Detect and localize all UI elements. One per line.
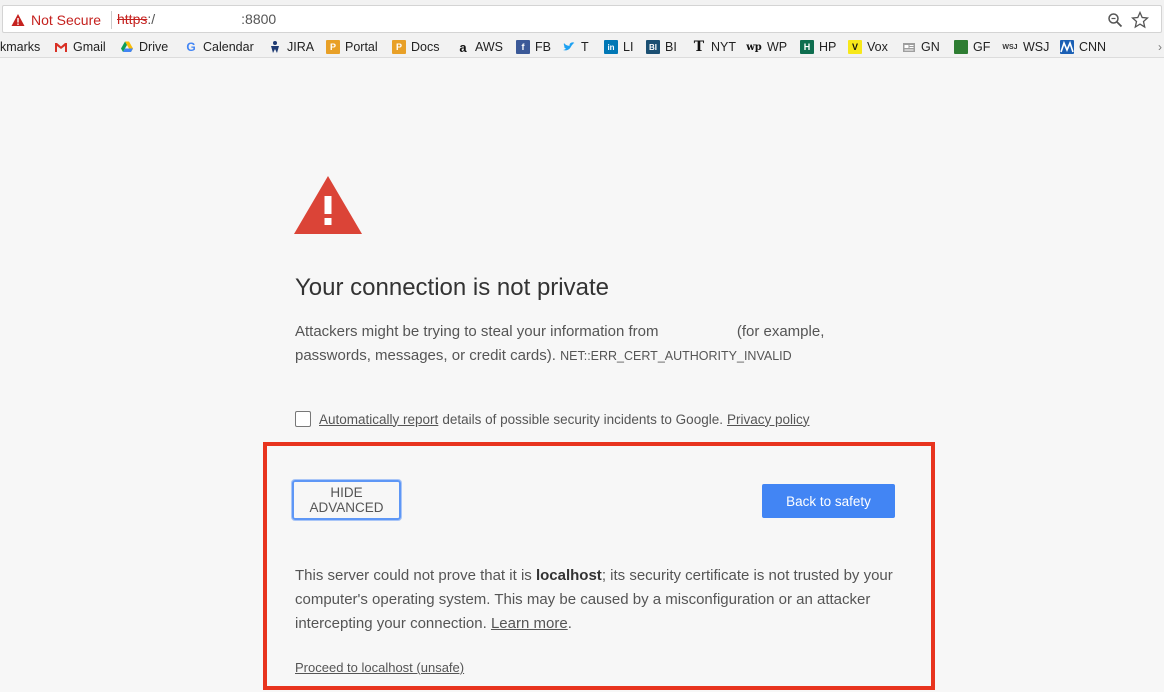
bookmark-gmail[interactable]: Gmail	[54, 39, 106, 55]
bookmark-label: Gmail	[73, 40, 106, 54]
zoom-icon[interactable]	[1107, 12, 1123, 28]
bookmark-label: JIRA	[287, 40, 315, 54]
url-separator: :/	[147, 11, 156, 27]
bookmark-label: Docs	[411, 40, 440, 54]
bookmark-label: T	[581, 40, 589, 54]
report-checkbox[interactable]	[295, 411, 311, 427]
warning-triangle-icon	[294, 176, 362, 234]
address-bar-row: Not Secure https:/ :8800	[0, 0, 1164, 36]
portal-icon: P	[326, 40, 340, 54]
bookmark-calendar[interactable]: G Calendar	[184, 39, 254, 55]
back-to-safety-button[interactable]: Back to safety	[762, 484, 895, 518]
bookmark-label: Portal	[345, 40, 378, 54]
bookmark-label: WSJ	[1023, 40, 1050, 54]
message-start: Attackers might be trying to steal your …	[295, 323, 659, 340]
bookmark-label: HP	[819, 40, 837, 54]
google-news-icon	[903, 43, 915, 52]
privacy-policy-link[interactable]: Privacy policy	[727, 412, 810, 427]
bookmark-label: GF	[973, 40, 991, 54]
details-message: This server could not prove that it is l…	[295, 564, 895, 636]
bookmark-label: FB	[535, 40, 551, 54]
bookmark-label: GN	[921, 40, 940, 54]
business-insider-icon: BI	[646, 40, 660, 54]
bookmark-cnn[interactable]: CNN	[1060, 39, 1106, 55]
message-end: (for example,	[736, 323, 825, 340]
report-row: Automatically report details of possible…	[295, 410, 810, 428]
bookmark-label: WP	[767, 40, 788, 54]
url-scheme: https	[117, 11, 148, 27]
redacted-host	[155, 14, 241, 24]
hide-advanced-button[interactable]: HIDE ADVANCED	[292, 480, 401, 520]
bookmark-twitter[interactable]: T	[562, 39, 589, 55]
docs-icon: P	[392, 40, 406, 54]
bookmark-label: BI	[665, 40, 677, 54]
details-start: This server could not prove that it is	[295, 567, 532, 584]
huffpost-icon: H	[800, 40, 814, 54]
bookmark-huffpost[interactable]: H HP	[800, 39, 836, 55]
main-message: Attackers might be trying to steal your …	[295, 320, 855, 368]
drive-icon	[121, 41, 133, 52]
gmail-icon	[55, 43, 67, 52]
bookmark-label: CNN	[1079, 40, 1107, 54]
bookmark-bookmarks[interactable]: kmarks	[0, 39, 40, 55]
page-title: Your connection is not private	[295, 274, 609, 301]
omnibox[interactable]: Not Secure https:/ :8800	[2, 5, 1162, 33]
bookmark-docs[interactable]: P Docs	[392, 39, 439, 55]
bookmark-google-news[interactable]: GN	[902, 39, 940, 55]
google-icon: G	[186, 40, 196, 54]
facebook-icon: f	[516, 40, 530, 54]
bookmark-label: Vox	[867, 40, 888, 54]
not-secure-label: Not Secure	[31, 12, 102, 28]
nyt-icon: T	[693, 39, 705, 55]
twitter-icon	[563, 42, 575, 51]
wsj-icon: WSJ	[1002, 43, 1018, 51]
warning-icon	[11, 14, 25, 26]
bookmark-portal[interactable]: P Portal	[326, 39, 378, 55]
details-end: .	[567, 615, 572, 632]
cnn-icon	[1060, 40, 1074, 54]
bookmark-jira[interactable]: JIRA	[268, 39, 314, 55]
bookmark-wsj[interactable]: WSJ WSJ	[1002, 39, 1049, 55]
error-code: NET::ERR_CERT_AUTHORITY_INVALID	[560, 349, 792, 363]
vox-icon: V	[848, 40, 862, 54]
linkedin-icon: in	[604, 40, 618, 54]
bookmark-vox[interactable]: V Vox	[848, 39, 888, 55]
bookmark-business-insider[interactable]: BI BI	[646, 39, 677, 55]
bookmark-washington-post[interactable]: wp WP	[746, 39, 787, 55]
url-text[interactable]: https:/ :8800	[117, 11, 276, 27]
google-finance-icon	[954, 40, 968, 54]
bookmark-star-icon[interactable]	[1131, 11, 1149, 29]
more-bookmarks-icon[interactable]: ›	[1158, 40, 1162, 54]
bookmark-nyt[interactable]: T NYT	[692, 39, 736, 55]
bookmark-label: LI	[623, 40, 634, 54]
bookmark-google-finance[interactable]: GF	[954, 39, 990, 55]
proceed-unsafe-link[interactable]: Proceed to localhost (unsafe)	[295, 660, 464, 675]
jira-icon	[271, 41, 279, 53]
details-host: localhost	[535, 567, 602, 584]
bookmark-linkedin[interactable]: in LI	[604, 39, 633, 55]
bookmark-label: Calendar	[203, 40, 254, 54]
report-text: details of possible security incidents t…	[442, 411, 723, 427]
learn-more-link[interactable]: Learn more	[491, 615, 568, 632]
bookmark-drive[interactable]: Drive	[120, 39, 168, 55]
bookmark-fb[interactable]: f FB	[516, 39, 551, 55]
bookmark-label: Drive	[139, 40, 169, 54]
bookmark-aws[interactable]: a AWS	[456, 39, 503, 55]
bookmark-label: AWS	[475, 40, 504, 54]
bookmarks-bar: kmarks Gmail Drive G Calendar JIRA P Por…	[0, 36, 1164, 58]
chip-divider	[111, 11, 112, 29]
washington-post-icon: wp	[746, 41, 762, 53]
message-line2: passwords, messages, or credit cards).	[295, 347, 556, 364]
automatically-report-link[interactable]: Automatically report	[319, 412, 438, 427]
bookmark-label: NYT	[711, 40, 736, 54]
amazon-icon: a	[459, 39, 467, 55]
bookmark-label: kmarks	[0, 40, 41, 54]
security-chip[interactable]: Not Secure	[11, 11, 101, 29]
redacted-host	[663, 324, 733, 336]
url-port: :8800	[241, 11, 277, 27]
